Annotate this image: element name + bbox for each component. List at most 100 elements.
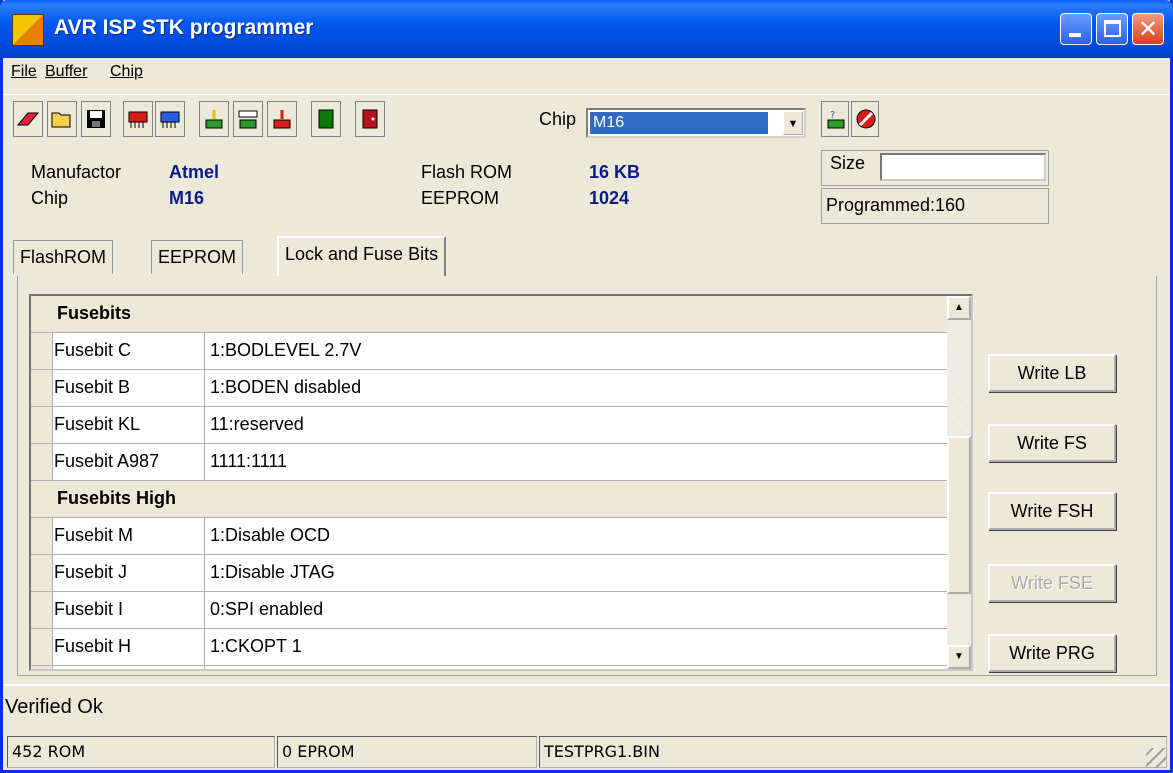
flash-label: Flash ROM — [421, 162, 513, 182]
maximize-button[interactable] — [1096, 13, 1128, 45]
size-box: Size — [821, 150, 1049, 186]
eeprom-value: 1024 — [589, 188, 630, 208]
fuse-group-title: Fusebits — [57, 303, 132, 323]
fuse-row[interactable]: Fusebit M 1:Disable OCD — [31, 518, 947, 555]
programmed-count: Programmed:160 — [826, 195, 966, 215]
write-fse-button[interactable]: Write FSE — [988, 564, 1116, 602]
tab-flashrom-label: FlashROM — [20, 247, 107, 267]
fuse-value[interactable]: 0:SPI enabled — [210, 599, 323, 620]
status-file: TESTPRG1.BIN — [539, 736, 1167, 768]
row-indicator — [31, 592, 53, 628]
fuse-value[interactable]: 1111:1111 — [210, 451, 287, 472]
fuse-grid[interactable]: Fusebits Fusebit C 1:BODLEVEL 2.7V Fusebit … — [29, 294, 973, 671]
column-divider — [204, 555, 205, 591]
open-button[interactable] — [47, 101, 77, 137]
row-indicator — [31, 555, 53, 591]
fuse-row[interactable]: Fusebit I 0:SPI enabled — [31, 592, 947, 629]
tab-strip: FlashROM EEPROM Lock and Fuse Bits — [3, 232, 1170, 276]
column-divider — [204, 370, 205, 406]
tab-lock-fuse-bits[interactable]: Lock and Fuse Bits — [277, 236, 447, 276]
menu-file-label: File — [11, 63, 37, 80]
stop-button[interactable] — [851, 101, 879, 137]
column-divider — [204, 666, 205, 669]
fuse-row[interactable]: Fusebit KL 11:reserved — [31, 407, 947, 444]
write-fs-button[interactable]: Write FS — [988, 424, 1116, 462]
chip-info-label: Chip — [31, 188, 69, 208]
fuse-row[interactable]: Fusebit H 1:CKOPT 1 — [31, 629, 947, 666]
chevron-down-icon[interactable]: ▼ — [783, 111, 803, 135]
close-button[interactable]: ✕ — [1132, 13, 1164, 45]
chip-green-button[interactable] — [233, 101, 263, 137]
scroll-up-icon[interactable]: ▲ — [947, 296, 971, 320]
scroll-thumb[interactable] — [947, 436, 971, 594]
write-lb-button[interactable]: Write LB — [988, 354, 1116, 392]
save-icon — [87, 110, 105, 128]
status-message: Verified Ok — [5, 696, 103, 718]
title-bar[interactable]: AVR ISP STK programmer ✕ — [0, 0, 1173, 58]
column-divider — [204, 592, 205, 628]
status-message-bar: Verified Ok — [3, 684, 1170, 730]
menu-bar: File Buffer Chip — [3, 58, 1170, 90]
fuse-group-header: Fusebits High — [31, 481, 947, 518]
fuse-row[interactable]: Fusebit G1:Erase EEPROM when chip erase — [31, 666, 947, 669]
write-chip-icon — [160, 111, 180, 128]
menu-chip[interactable]: Chip — [110, 63, 143, 81]
chip-info-value: M16 — [169, 188, 205, 208]
fuse-row[interactable]: Fusebit J 1:Disable JTAG — [31, 555, 947, 592]
menu-buffer[interactable]: Buffer — [45, 63, 87, 81]
row-indicator — [31, 666, 53, 669]
fuse-name: Fusebit B — [54, 377, 131, 397]
tab-eeprom[interactable]: EEPROM — [151, 240, 244, 274]
close-icon: ✕ — [1137, 15, 1159, 43]
chip-red-button[interactable] — [267, 101, 297, 137]
row-indicator — [31, 370, 53, 406]
fuse-value[interactable]: 1:BODEN disabled — [210, 377, 361, 398]
fuse-row[interactable]: Fusebit C 1:BODLEVEL 2.7V — [31, 333, 947, 370]
minimize-button[interactable] — [1060, 13, 1092, 45]
vertical-scrollbar[interactable]: ▲ ▼ — [947, 296, 971, 669]
fuse-name: Fusebit M — [54, 525, 134, 545]
fuse-value[interactable]: 1:BODLEVEL 2.7V — [210, 340, 361, 361]
fuse-value[interactable]: 11:reserved — [210, 414, 304, 435]
fuse-name: Fusebit J — [54, 562, 128, 582]
status-eprom: 0 EPROM — [277, 736, 537, 768]
row-indicator — [31, 444, 53, 480]
fuse-value[interactable]: 1:Disable OCD — [210, 525, 330, 546]
erase-icon — [16, 112, 40, 126]
chip-info-panel: Manufactor Atmel Chip M16 Flash ROM 16 K… — [17, 150, 1157, 232]
read-chip-button[interactable] — [123, 101, 153, 137]
app-icon[interactable] — [12, 14, 44, 46]
row-indicator — [31, 333, 53, 369]
fuse-value[interactable]: 1:CKOPT 1 — [210, 636, 302, 657]
resize-grip-icon[interactable] — [1146, 748, 1166, 768]
tab-flashrom[interactable]: FlashROM — [13, 240, 114, 274]
save-button[interactable] — [81, 101, 111, 137]
fuse-row[interactable]: Fusebit A987 1111:1111 — [31, 444, 947, 481]
fuse-group-title: Fusebits High — [57, 488, 177, 508]
row-indicator — [31, 518, 53, 554]
menu-buffer-label: Buffer — [45, 63, 88, 80]
chip-select[interactable]: M16 ▼ — [586, 108, 806, 138]
size-input — [880, 153, 1046, 181]
column-divider — [204, 333, 205, 369]
write-prg-button[interactable]: Write PRG — [988, 634, 1116, 672]
menu-file[interactable]: File — [11, 63, 37, 81]
scroll-down-icon[interactable]: ▼ — [947, 645, 971, 669]
fuse-value[interactable]: 1:Disable JTAG — [210, 562, 335, 583]
fuse-row[interactable]: Fusebit B 1:BODEN disabled — [31, 370, 947, 407]
write-chip-button[interactable] — [155, 101, 185, 137]
write-fsh-button[interactable]: Write FSH — [988, 492, 1116, 530]
manufactor-value: Atmel — [169, 162, 220, 182]
window-title: AVR ISP STK programmer — [54, 16, 314, 39]
fuse-name: Fusebit C — [54, 340, 132, 360]
column-divider — [204, 629, 205, 665]
column-divider — [204, 518, 205, 554]
erase-button[interactable] — [13, 101, 43, 137]
book-green-button[interactable] — [311, 101, 341, 137]
exit-button[interactable] — [355, 101, 385, 137]
read-chip-icon — [128, 111, 148, 128]
chip-detect-button[interactable]: ? — [821, 101, 849, 137]
chip-select-value: M16 — [590, 112, 768, 134]
chip-yellow-button[interactable] — [199, 101, 229, 137]
fuse-group-header: Fusebits — [31, 296, 947, 333]
